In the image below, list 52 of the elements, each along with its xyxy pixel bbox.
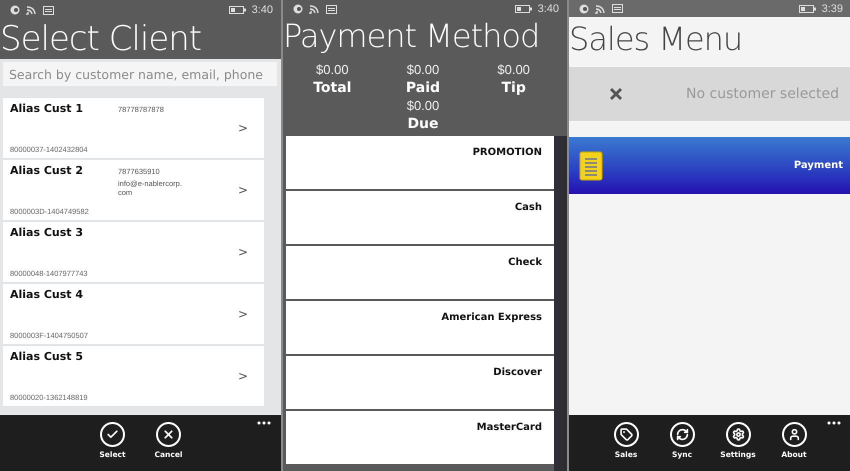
amount-label: Total [313, 80, 352, 96]
tag-icon [614, 422, 638, 447]
chevron-text: > [238, 121, 250, 135]
wifi-icon [26, 5, 37, 15]
check-icon [100, 422, 125, 447]
person-icon [782, 422, 806, 447]
battery-icon [514, 5, 532, 13]
client-name: Alias Cust 2 [10, 164, 84, 177]
amount-text: $0.00 [316, 62, 349, 77]
client-name: Alias Cust 3 [10, 226, 84, 239]
settings-icon [726, 422, 750, 447]
battery-icon [798, 4, 816, 12]
chevron-text: > [238, 369, 250, 383]
clock-time: 3:39 [822, 2, 843, 14]
amount-label: Paid [406, 80, 440, 96]
payment-method-item[interactable]: PROMOTION [286, 136, 554, 189]
chevron-text: > [238, 245, 250, 259]
more-icon[interactable] [827, 421, 841, 425]
search-field[interactable]: Search by customer name, email, phone [3, 62, 277, 86]
message-icon [43, 6, 54, 14]
customer-status: No customer selected [686, 86, 839, 102]
page-title: Payment Method [283, 18, 540, 57]
more-icon[interactable] [257, 421, 271, 425]
close-icon[interactable] [609, 87, 623, 101]
amount-text: $0.00 [406, 98, 440, 113]
battery-icon [228, 6, 246, 14]
chevron-text: > [238, 307, 250, 321]
page-title: Sales Menu [569, 19, 744, 60]
document-icon [579, 150, 603, 180]
payment-method-item[interactable]: Discover [286, 356, 554, 409]
page-title: Select Client [0, 20, 202, 59]
payment-method-item[interactable]: Cash [286, 191, 554, 244]
payment-method-item[interactable]: Check [286, 246, 554, 299]
clock-time: 3:40 [538, 3, 559, 15]
wifi-icon [595, 4, 606, 14]
client-name: Alias Cust 4 [10, 288, 84, 301]
payment-method-item[interactable]: American Express [286, 301, 554, 354]
sync-icon [670, 422, 694, 447]
message-icon [326, 4, 337, 14]
client-name: Alias Cust 5 [10, 350, 84, 363]
amount-label: Tip [501, 80, 526, 96]
amount-label: Due [407, 116, 439, 132]
amount-text: $0.00 [406, 62, 440, 77]
close-icon [156, 422, 181, 447]
payment-tile[interactable]: Payment [569, 137, 850, 194]
client-name: Alias Cust 1 [10, 102, 84, 115]
wifi-icon [309, 4, 320, 14]
message-icon [612, 4, 623, 13]
payment-method-item[interactable]: MasterCard [286, 411, 554, 464]
clock-time: 3:40 [252, 4, 273, 16]
chevron-text: > [238, 183, 250, 197]
amount-text: $0.00 [497, 62, 530, 77]
